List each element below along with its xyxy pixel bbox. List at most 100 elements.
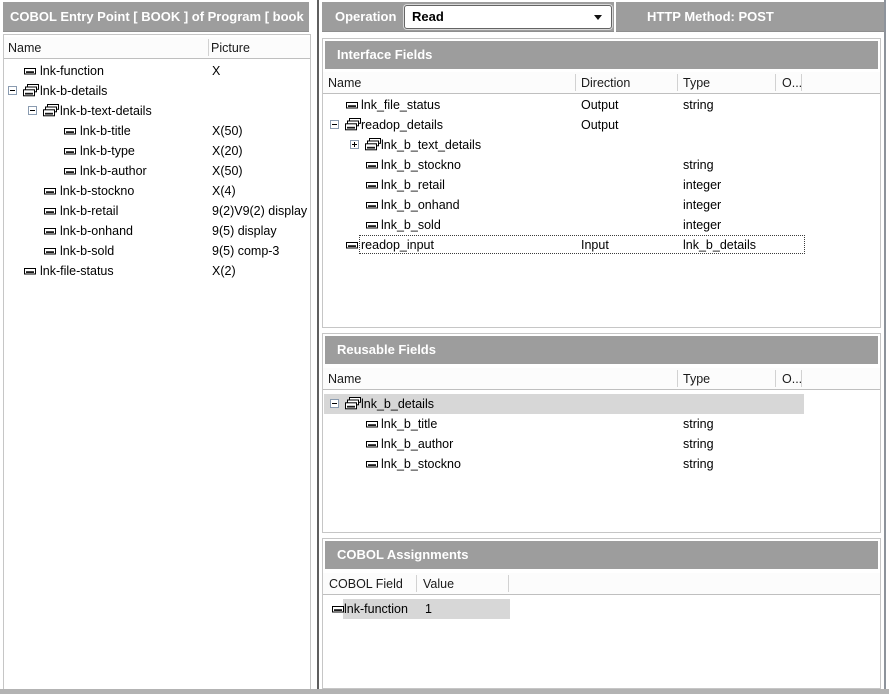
operation-label: Operation	[335, 9, 397, 24]
column-header-direction[interactable]: Direction	[581, 72, 630, 94]
operation-dropdown[interactable]: Read	[404, 5, 612, 29]
column-header-value[interactable]: Value	[423, 573, 454, 595]
tree-row[interactable]: lnk-function X	[4, 61, 310, 81]
tree-row[interactable]: lnk_b_onhand integer	[323, 195, 880, 215]
column-header-occurs[interactable]: O...	[782, 368, 802, 390]
row-name: lnk-file-status	[40, 264, 114, 278]
panel-splitter[interactable]	[317, 0, 319, 694]
column-header-type[interactable]: Type	[683, 368, 710, 390]
tree-row[interactable]: lnk_b_stockno string	[323, 454, 880, 474]
column-header-name[interactable]: Name	[8, 37, 41, 59]
row-name: lnk-function	[40, 64, 104, 78]
tree-row[interactable]: lnk-b-type X(20)	[4, 141, 310, 161]
tree-row[interactable]: lnk_b_title string	[323, 414, 880, 434]
collapse-minus-icon[interactable]	[330, 120, 339, 129]
tree-row[interactable]: lnk-b-title X(50)	[4, 121, 310, 141]
field-icon	[43, 186, 57, 196]
group-icon	[43, 104, 59, 117]
field-icon	[331, 604, 345, 614]
cell-picture: X(50)	[212, 164, 243, 178]
left-tree-rows: lnk-function Xlnk-b-details lnk-b-text-det…	[4, 61, 310, 281]
collapse-minus-icon[interactable]	[8, 86, 17, 95]
cell-type: string	[683, 437, 714, 451]
field-icon	[43, 246, 57, 256]
cell-picture: X(2)	[212, 264, 236, 278]
collapse-minus-icon[interactable]	[28, 106, 37, 115]
collapse-minus-icon[interactable]	[330, 399, 339, 408]
column-header-type[interactable]: Type	[683, 72, 710, 94]
tree-row[interactable]: lnk-b-text-details	[4, 101, 310, 121]
http-method-label: HTTP Method: POST	[647, 9, 774, 24]
row-name: lnk-b-retail	[60, 204, 119, 218]
tree-row[interactable]: lnk-b-onhand 9(5) display	[4, 221, 310, 241]
interface-fields-rows: lnk_file_status Output string readop_detail…	[323, 95, 880, 255]
column-divider	[208, 39, 209, 56]
row-name: readop_details	[361, 118, 444, 132]
column-header-picture[interactable]: Picture	[211, 37, 250, 59]
row-name: lnk_b_details	[361, 397, 434, 411]
tree-row[interactable]: lnk-b-retail 9(2)V9(2) display	[4, 201, 310, 221]
tree-row[interactable]: lnk-function 1	[323, 599, 880, 619]
column-divider	[575, 74, 576, 91]
tree-row[interactable]: lnk-b-sold 9(5) comp-3	[4, 241, 310, 261]
reusable-fields-rows: lnk_b_details lnk_b_title string lnk_b_auth…	[323, 394, 880, 474]
tree-row[interactable]: lnk-file-status X(2)	[4, 261, 310, 281]
cobol-assignments-section: COBOL Assignments COBOL Field Value lnk-…	[322, 538, 881, 689]
row-name: lnk_b_sold	[381, 218, 441, 232]
tree-row[interactable]: lnk_b_stockno string	[323, 155, 880, 175]
chevron-down-icon	[594, 15, 602, 20]
interface-fields-title: Interface Fields	[325, 41, 878, 69]
row-name: lnk_b_author	[381, 437, 454, 451]
reusable-fields-section: Reusable Fields Name Type O... lnk_b_det…	[322, 333, 881, 533]
cell-picture: 9(5) comp-3	[212, 244, 280, 258]
row-name: lnk_b_stockno	[381, 158, 461, 172]
column-divider	[801, 74, 802, 91]
field-icon	[345, 240, 359, 250]
column-divider	[775, 74, 776, 91]
tree-row[interactable]: lnk-b-stockno X(4)	[4, 181, 310, 201]
tree-row[interactable]: lnk_b_text_details	[323, 135, 880, 155]
reusable-fields-title: Reusable Fields	[325, 336, 878, 364]
tree-row[interactable]: readop_details Output	[323, 115, 880, 135]
tree-row[interactable]: lnk-b-details	[4, 81, 310, 101]
tree-row[interactable]: lnk_b_sold integer	[323, 215, 880, 235]
row-name: lnk-b-sold	[60, 244, 115, 258]
cell-value: 1	[425, 602, 432, 616]
tree-row[interactable]: lnk_b_retail integer	[323, 175, 880, 195]
group-icon	[365, 138, 381, 151]
tree-row[interactable]: lnk_b_author string	[323, 434, 880, 454]
cell-type: integer	[683, 198, 722, 212]
cell-type: integer	[683, 218, 722, 232]
column-divider	[775, 370, 776, 387]
cell-type: integer	[683, 178, 722, 192]
cell-direction: Input	[581, 238, 609, 252]
group-icon	[345, 118, 361, 131]
field-icon	[63, 166, 77, 176]
tree-row[interactable]: readop_input Input lnk_b_details	[323, 235, 880, 255]
tree-row[interactable]: lnk-b-author X(50)	[4, 161, 310, 181]
operation-dropdown-value: Read	[412, 9, 444, 24]
expand-plus-icon[interactable]	[350, 140, 359, 149]
column-header-name[interactable]: Name	[328, 72, 361, 94]
cell-type: string	[683, 158, 714, 172]
window-right-border	[884, 0, 886, 694]
cell-type: string	[683, 417, 714, 431]
operation-bar: Operation Read	[322, 2, 614, 32]
column-header-occurs[interactable]: O...	[782, 72, 802, 94]
column-header-name[interactable]: Name	[328, 368, 361, 390]
row-name: lnk-b-onhand	[60, 224, 133, 238]
interface-fields-header: Name Direction Type O...	[323, 72, 880, 94]
cell-direction: Output	[581, 98, 619, 112]
row-name: lnk_b_stockno	[381, 457, 461, 471]
field-icon	[63, 146, 77, 156]
interface-fields-section: Interface Fields Name Direction Type O..…	[322, 38, 881, 328]
row-name: lnk_b_onhand	[381, 198, 460, 212]
column-header-cobol-field[interactable]: COBOL Field	[329, 573, 403, 595]
tree-row[interactable]: lnk_file_status Output string	[323, 95, 880, 115]
field-icon	[365, 220, 379, 230]
row-name: lnk-b-stockno	[60, 184, 135, 198]
field-icon	[63, 126, 77, 136]
cobol-entry-point-title: COBOL Entry Point [ BOOK ] of Program [ …	[3, 2, 309, 32]
tree-row[interactable]: lnk_b_details	[323, 394, 880, 414]
cell-picture: X	[212, 64, 221, 78]
